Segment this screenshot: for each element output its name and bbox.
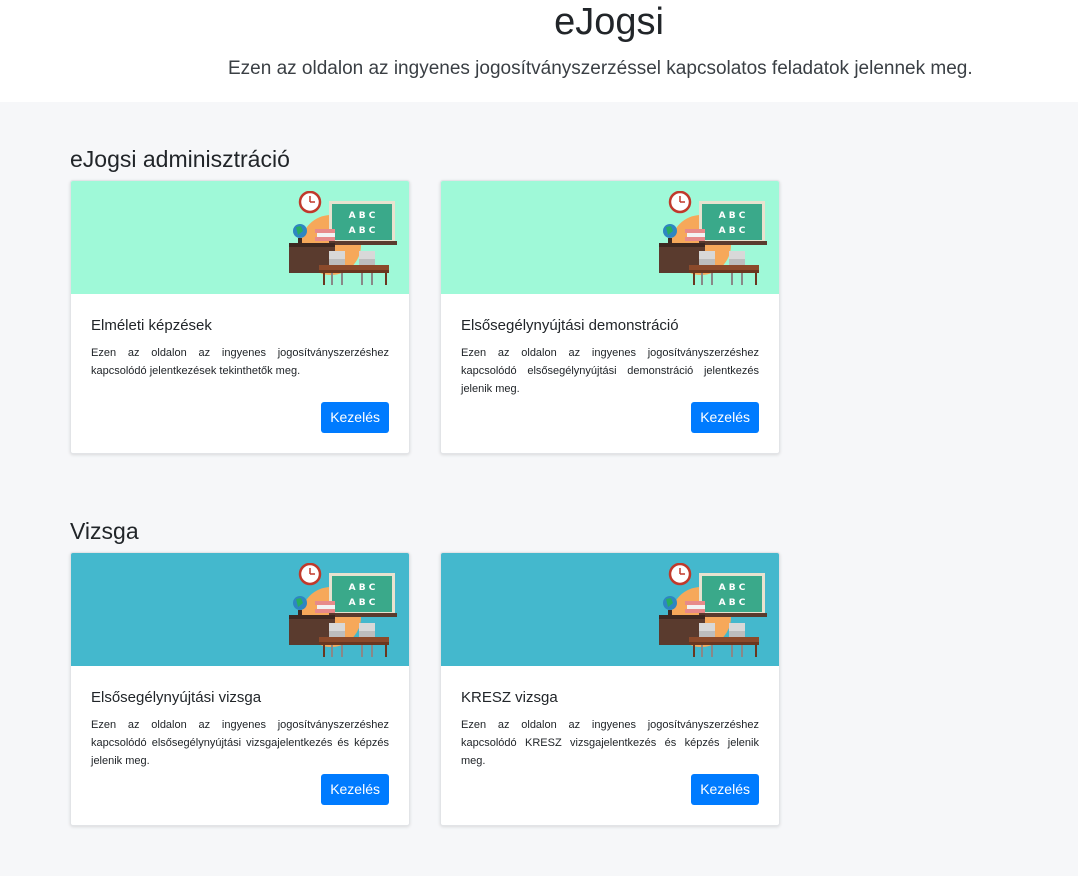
card-title: Elsősegélynyújtási vizsga bbox=[91, 689, 262, 706]
svg-text:A B C: A B C bbox=[349, 598, 376, 608]
svg-text:A B C: A B C bbox=[349, 211, 376, 221]
card-text: Ezen az oldalon az ingyenes jogosítványs… bbox=[91, 719, 389, 767]
card-elmeleti-kepzesek: A B C A B C Elméleti képzések Ezen az ol… bbox=[70, 180, 410, 454]
card-text: Ezen az oldalon az ingyenes jogosítványs… bbox=[91, 347, 389, 377]
svg-text:A B C: A B C bbox=[719, 211, 746, 221]
page-title: eJogsi bbox=[554, 1, 664, 43]
manage-button[interactable]: Kezelés bbox=[321, 774, 389, 805]
card-title: KRESZ vizsga bbox=[461, 689, 558, 706]
svg-text:A B C: A B C bbox=[349, 583, 376, 593]
card-banner: A B C A B C bbox=[71, 553, 409, 666]
manage-button[interactable]: Kezelés bbox=[691, 402, 759, 433]
card-title: Elméleti képzések bbox=[91, 317, 212, 334]
classroom-illustration-icon: A B C A B C bbox=[289, 191, 397, 285]
section-title-vizsga: Vizsga bbox=[70, 518, 139, 544]
classroom-illustration-icon: A B C A B C bbox=[289, 563, 397, 657]
classroom-illustration-icon: A B C A B C bbox=[659, 563, 767, 657]
svg-text:A B C: A B C bbox=[719, 226, 746, 236]
card-text: Ezen az oldalon az ingyenes jogosítványs… bbox=[461, 347, 759, 395]
svg-text:A B C: A B C bbox=[349, 226, 376, 236]
svg-text:A B C: A B C bbox=[719, 598, 746, 608]
manage-button[interactable]: Kezelés bbox=[691, 774, 759, 805]
card-elsosegely-demonstracio: A B C A B C Elsősegélynyújtási demonstrá… bbox=[440, 180, 780, 454]
card-banner: A B C A B C bbox=[441, 553, 779, 666]
card-banner: A B C A B C bbox=[441, 181, 779, 294]
page-subtitle: Ezen az oldalon az ingyenes jogosítványs… bbox=[228, 58, 973, 79]
card-kresz-vizsga: A B C A B C KRESZ vizsga Ezen az oldalon… bbox=[440, 552, 780, 826]
classroom-illustration-icon: A B C A B C bbox=[659, 191, 767, 285]
card-title: Elsősegélynyújtási demonstráció bbox=[461, 317, 679, 334]
manage-button[interactable]: Kezelés bbox=[321, 402, 389, 433]
svg-text:A B C: A B C bbox=[719, 583, 746, 593]
card-elsosegely-vizsga: A B C A B C Elsősegélynyújtási vizsga Ez… bbox=[70, 552, 410, 826]
section-title-admin: eJogsi adminisztráció bbox=[70, 146, 290, 172]
page-header: eJogsi Ezen az oldalon az ingyenes jogos… bbox=[0, 0, 1078, 102]
card-text: Ezen az oldalon az ingyenes jogosítványs… bbox=[461, 719, 759, 767]
card-banner: A B C A B C bbox=[71, 181, 409, 294]
